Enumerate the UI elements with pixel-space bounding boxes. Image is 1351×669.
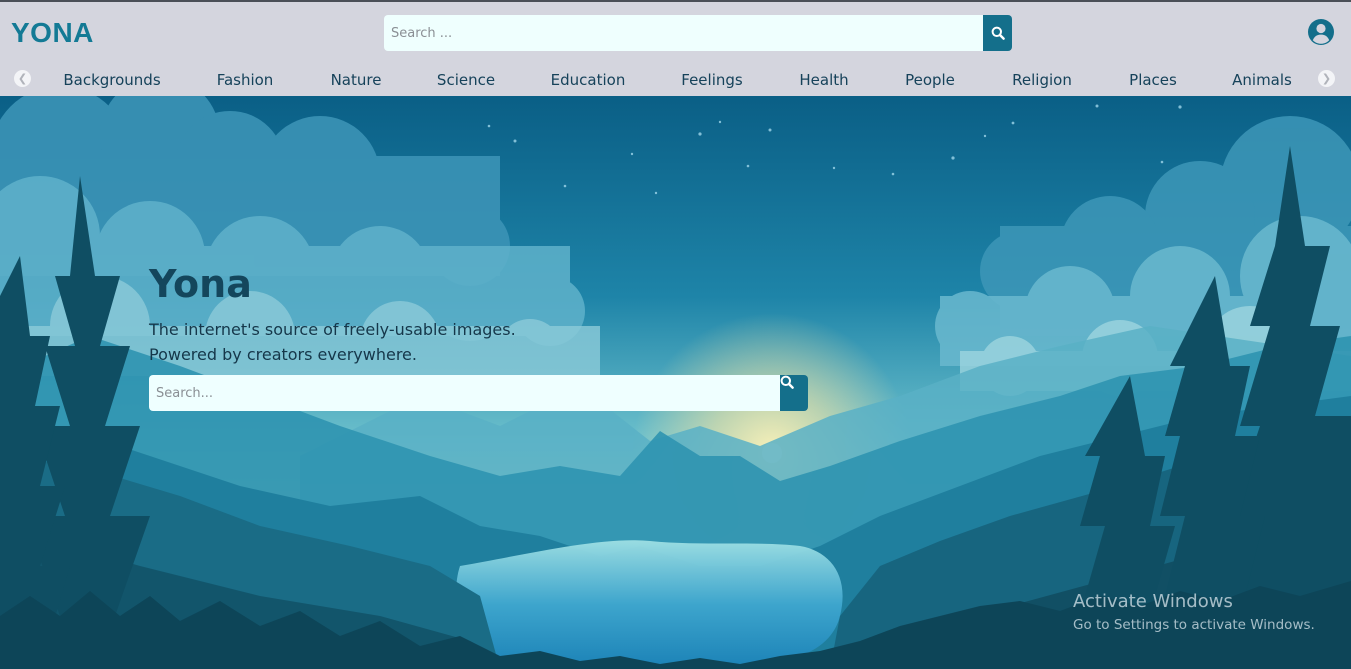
hero-banner: Yona The internet's source of freely-usa…: [0, 96, 1351, 669]
nav-item-feelings[interactable]: Feelings: [681, 71, 742, 89]
nav-item-health[interactable]: Health: [799, 71, 848, 89]
user-circle-icon[interactable]: [1307, 18, 1335, 46]
nav-item-animals[interactable]: Animals: [1232, 71, 1292, 89]
category-nav: ❮ Backgrounds Fashion Nature Science Edu…: [0, 66, 1351, 96]
nav-item-science[interactable]: Science: [437, 71, 495, 89]
hero-search-input[interactable]: [149, 375, 780, 411]
nav-item-people[interactable]: People: [905, 71, 955, 89]
windows-activation-subtitle: Go to Settings to activate Windows.: [1073, 617, 1315, 633]
windows-activation-title: Activate Windows: [1073, 591, 1233, 612]
header-search-input[interactable]: [384, 15, 983, 51]
search-icon: [780, 375, 794, 389]
nav-item-religion[interactable]: Religion: [1012, 71, 1072, 89]
nav-prev-button[interactable]: ❮: [14, 70, 31, 87]
chevron-right-icon: ❯: [1321, 72, 1332, 85]
hero-subtitle-line2: Powered by creators everywhere.: [149, 345, 417, 364]
site-header: YONA ❮ Backgrounds Fashion Nature Scienc…: [0, 2, 1351, 96]
hero-search: [149, 375, 808, 411]
hero-subtitle-line1: The internet's source of freely-usable i…: [149, 320, 516, 339]
header-search-button[interactable]: [983, 15, 1012, 51]
hero-title: Yona: [149, 262, 252, 306]
hero-search-button[interactable]: [780, 375, 808, 411]
nav-item-education[interactable]: Education: [551, 71, 626, 89]
logo[interactable]: YONA: [11, 17, 94, 49]
chevron-left-icon: ❮: [17, 72, 28, 85]
nav-item-places[interactable]: Places: [1129, 71, 1177, 89]
nav-item-nature[interactable]: Nature: [331, 71, 382, 89]
search-icon: [991, 26, 1005, 40]
header-search: [384, 15, 1012, 51]
nav-item-fashion[interactable]: Fashion: [217, 71, 274, 89]
nav-item-backgrounds[interactable]: Backgrounds: [63, 71, 160, 89]
nav-next-button[interactable]: ❯: [1318, 70, 1335, 87]
